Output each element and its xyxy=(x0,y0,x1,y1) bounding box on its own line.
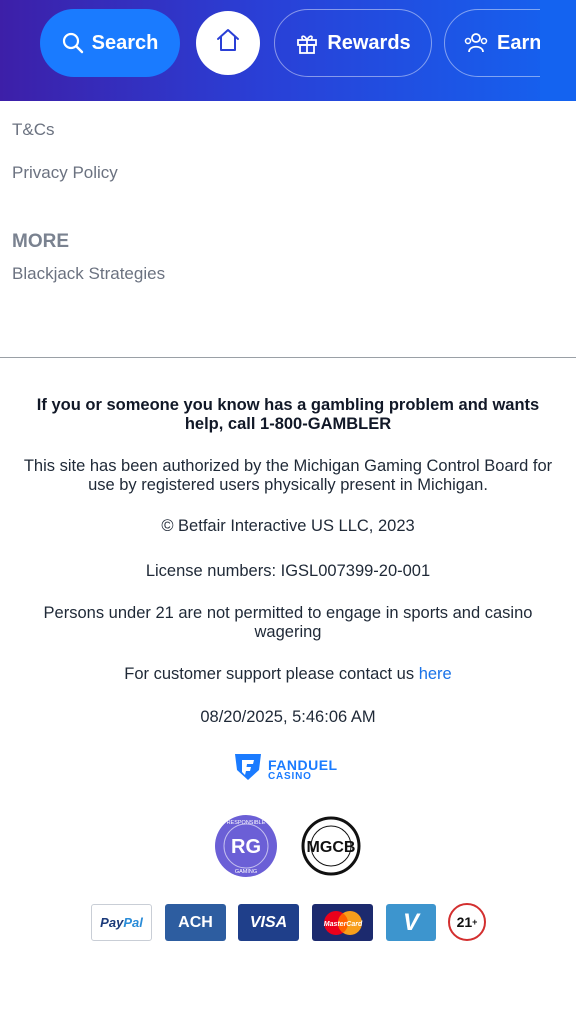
timestamp: 08/20/2025, 5:46:06 AM xyxy=(200,708,376,726)
fanduel-casino-logo: FANDUEL CASINO xyxy=(232,752,338,787)
privacy-policy-link[interactable]: Privacy Policy xyxy=(12,163,118,183)
rewards-button[interactable]: Rewards xyxy=(274,9,432,77)
ach-logo: ACH xyxy=(165,904,226,941)
paypal-text-a: Pay xyxy=(100,915,124,930)
support-link[interactable]: here xyxy=(419,665,452,683)
fanduel-brand: FANDUEL xyxy=(268,756,338,773)
more-heading: MORE xyxy=(12,231,69,252)
age-21-badge: 21 + xyxy=(448,903,486,941)
license-numbers: License numbers: IGSL007399-20-001 xyxy=(145,562,431,580)
rg-text: RG xyxy=(231,836,261,858)
fanduel-sub: CASINO xyxy=(268,770,312,782)
top-nav-bar: Search Rewards Earn xyxy=(0,0,576,101)
gambling-warning: If you or someone you know has a gamblin… xyxy=(36,396,540,433)
mastercard-logo: MasterCard xyxy=(312,904,373,941)
people-icon xyxy=(463,31,489,55)
footer-divider xyxy=(0,357,576,358)
age-plus: + xyxy=(472,917,478,927)
copyright: © Betfair Interactive US LLC, 2023 xyxy=(161,517,415,535)
age-number: 21 xyxy=(456,914,473,930)
home-icon xyxy=(215,27,241,59)
paypal-logo: Pay Pal xyxy=(91,904,152,941)
search-button[interactable]: Search xyxy=(40,9,180,77)
visa-logo: VISA xyxy=(238,904,299,941)
blackjack-strategies-link[interactable]: Blackjack Strategies xyxy=(12,264,165,284)
tcs-link[interactable]: T&Cs xyxy=(12,120,55,140)
rg-top-text: RESPONSIBLE xyxy=(227,820,266,826)
responsible-gaming-badge[interactable]: RG RESPONSIBLE GAMING xyxy=(214,814,278,878)
age-notice: Persons under 21 are not permitted to en… xyxy=(43,604,533,641)
home-button[interactable] xyxy=(196,11,260,75)
venmo-logo: V xyxy=(386,904,436,941)
search-icon xyxy=(62,32,84,54)
mgcb-text: MGCB xyxy=(307,839,356,856)
nav-scroll-fade xyxy=(540,0,576,101)
rewards-label: Rewards xyxy=(327,31,411,54)
earn-label: Earn xyxy=(497,31,542,54)
support-text: For customer support please contact us xyxy=(124,665,415,683)
mgcb-badge[interactable]: MGCB xyxy=(299,816,363,876)
rg-bottom-text: GAMING xyxy=(235,869,257,875)
search-label: Search xyxy=(91,31,159,54)
paypal-text-b: Pal xyxy=(123,915,143,930)
gift-icon xyxy=(295,31,319,55)
mastercard-text: MasterCard xyxy=(323,921,362,928)
fanduel-shield-icon xyxy=(232,752,264,787)
customer-support: For customer support please contact us h… xyxy=(16,665,560,684)
authorization-notice: This site has been authorized by the Mic… xyxy=(23,457,553,494)
